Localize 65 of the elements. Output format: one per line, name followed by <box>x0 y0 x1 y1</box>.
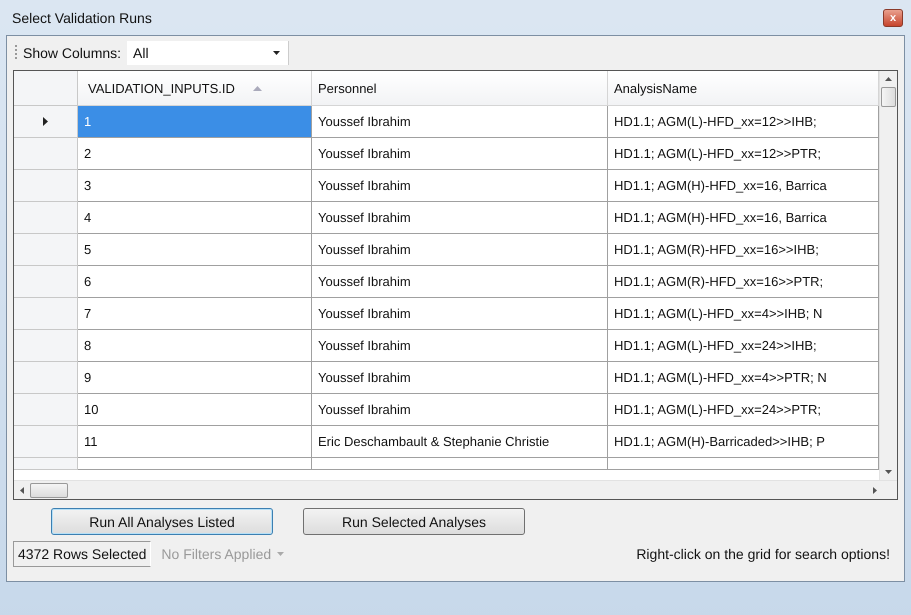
table-cell[interactable] <box>78 458 312 470</box>
table-cell[interactable] <box>312 458 608 470</box>
table-cell[interactable]: 8 <box>78 330 312 362</box>
table-cell[interactable]: Youssef Ibrahim <box>312 202 608 234</box>
row-header[interactable] <box>14 362 78 394</box>
action-button[interactable]: Run All Analyses Listed <box>51 508 273 535</box>
row-header[interactable] <box>14 426 78 458</box>
window-title: Select Validation Runs <box>12 10 152 26</box>
table-cell[interactable]: HD1.1; AGM(H)-HFD_xx=16, Barrica <box>608 202 879 234</box>
vertical-scrollbar[interactable] <box>879 71 897 480</box>
table-cell[interactable]: Youssef Ibrahim <box>312 170 608 202</box>
table-cell[interactable]: 11 <box>78 426 312 458</box>
row-header[interactable] <box>14 234 78 266</box>
table-cell[interactable]: HD1.1; AGM(L)-HFD_xx=4>>PTR; N <box>608 362 879 394</box>
scroll-up-icon <box>885 77 892 81</box>
horizontal-scrollbar[interactable] <box>14 480 897 499</box>
table-cell[interactable]: Youssef Ibrahim <box>312 362 608 394</box>
caret-icon <box>277 552 284 556</box>
table-cell[interactable]: 2 <box>78 138 312 170</box>
row-header[interactable] <box>14 298 78 330</box>
table-cell[interactable]: 7 <box>78 298 312 330</box>
table-cell[interactable]: 5 <box>78 234 312 266</box>
table-cell[interactable]: HD1.1; AGM(L)-HFD_xx=24>>PTR; <box>608 394 879 426</box>
columns-dropdown[interactable]: All <box>127 41 290 65</box>
row-header[interactable] <box>14 330 78 362</box>
table-cell[interactable]: Youssef Ibrahim <box>312 266 608 298</box>
row-header[interactable] <box>14 170 78 202</box>
table-cell[interactable]: Youssef Ibrahim <box>312 106 608 138</box>
row-header[interactable] <box>14 266 78 298</box>
table-cell[interactable]: HD1.1; AGM(L)-HFD_xx=12>>IHB; <box>608 106 879 138</box>
table-cell[interactable]: Eric Deschambault & Stephanie Christie <box>312 426 608 458</box>
table-cell[interactable]: 4 <box>78 202 312 234</box>
table-cell[interactable]: Youssef Ibrahim <box>312 234 608 266</box>
row-header[interactable] <box>14 202 78 234</box>
table-cell[interactable]: 9 <box>78 362 312 394</box>
column-header[interactable]: Personnel <box>312 71 608 106</box>
table-cell[interactable]: HD1.1; AGM(H)-Barricaded>>IHB; P <box>608 426 879 458</box>
table-cell[interactable]: HD1.1; AGM(L)-HFD_xx=12>>PTR; <box>608 138 879 170</box>
table-cell[interactable]: HD1.1; AGM(H)-HFD_xx=16, Barrica <box>608 170 879 202</box>
table-cell[interactable]: 3 <box>78 170 312 202</box>
hint-text: Right-click on the grid for search options! <box>636 546 891 562</box>
scroll-thumb[interactable] <box>881 87 896 107</box>
scroll-down-icon <box>885 470 892 474</box>
scroll-thumb[interactable] <box>30 482 68 498</box>
scroll-left-icon <box>20 486 24 494</box>
table-cell[interactable]: Youssef Ibrahim <box>312 298 608 330</box>
table-cell[interactable]: 10 <box>78 394 312 426</box>
table-cell[interactable]: Youssef Ibrahim <box>312 330 608 362</box>
action-button[interactable]: Run Selected Analyses <box>303 508 525 535</box>
rows-selected-label: 4372 Rows Selected <box>13 541 152 567</box>
table-cell[interactable] <box>608 458 879 470</box>
table-cell[interactable]: Youssef Ibrahim <box>312 394 608 426</box>
caret-icon <box>273 51 280 55</box>
row-header[interactable] <box>14 106 78 138</box>
row-header[interactable] <box>14 138 78 170</box>
table-cell[interactable]: Youssef Ibrahim <box>312 138 608 170</box>
row-header[interactable] <box>14 394 78 426</box>
scroll-right-icon <box>873 486 877 494</box>
row-header[interactable] <box>14 458 78 470</box>
table-cell[interactable]: HD1.1; AGM(L)-HFD_xx=24>>IHB; <box>608 330 879 362</box>
table-cell[interactable]: HD1.1; AGM(L)-HFD_xx=4>>IHB; N <box>608 298 879 330</box>
show-columns-label: Show Columns: <box>23 45 122 61</box>
table-cell[interactable]: 6 <box>78 266 312 298</box>
table-cell[interactable]: HD1.1; AGM(R)-HFD_xx=16>>IHB; <box>608 234 879 266</box>
table-cell[interactable]: HD1.1; AGM(R)-HFD_xx=16>>PTR; <box>608 266 879 298</box>
